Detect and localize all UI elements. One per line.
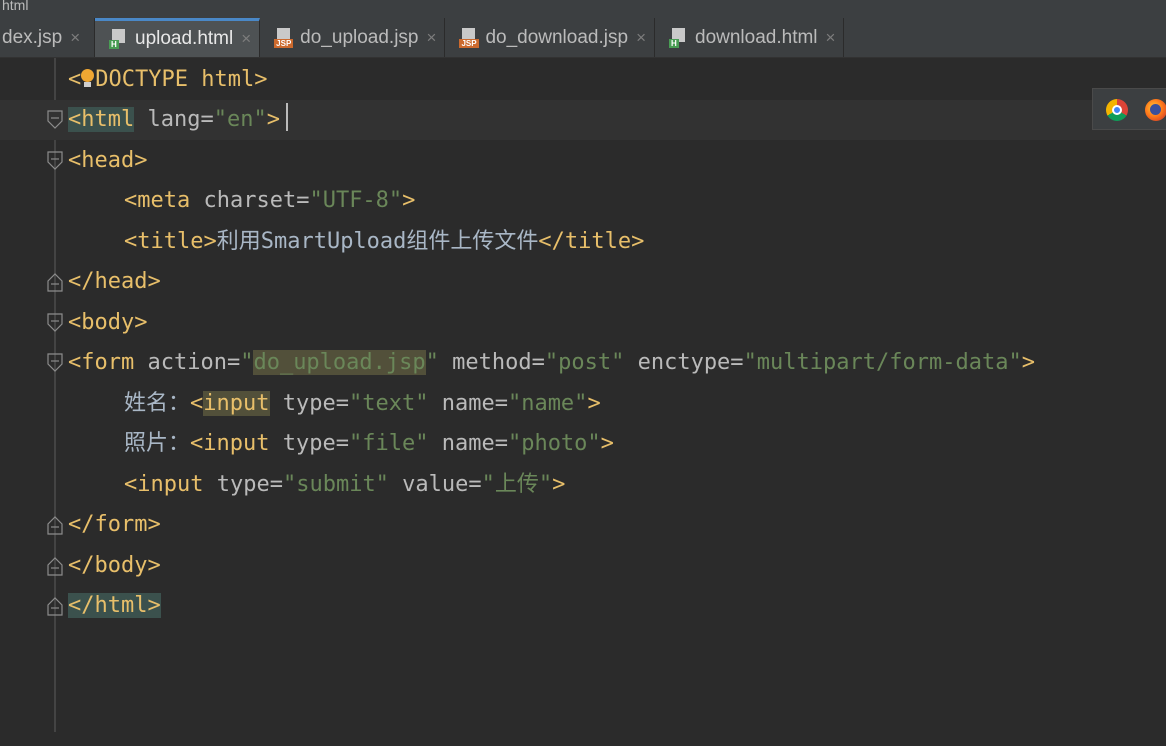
code-line-11[interactable]: <input type="submit" value="上传">	[0, 465, 1166, 505]
close-icon[interactable]: ×	[427, 28, 437, 48]
tab-label: upload.html	[135, 28, 234, 49]
editor-tab-bar: dex.jsp × H upload.html × JSP do_upload.…	[0, 18, 1166, 58]
code-line-9[interactable]: 姓名：<input type="text" name="name">	[0, 384, 1166, 424]
fold-close-icon[interactable]	[46, 272, 64, 292]
chrome-icon[interactable]	[1106, 99, 1128, 121]
window-title: html	[0, 0, 1166, 18]
fold-open-icon[interactable]	[46, 353, 64, 373]
fold-close-icon[interactable]	[46, 556, 64, 576]
close-icon[interactable]: ×	[636, 28, 646, 48]
code-line-3[interactable]: <head>	[0, 141, 1166, 181]
code-line-1[interactable]: < DOCTYPE html>	[0, 60, 1166, 100]
tab-upload-html[interactable]: H upload.html ×	[95, 18, 261, 57]
html-file-icon: H	[669, 27, 689, 48]
code-line-2[interactable]: <html lang="en">	[0, 100, 1166, 140]
tab-label: dex.jsp	[2, 26, 63, 48]
close-icon[interactable]: ×	[70, 28, 80, 48]
firefox-icon[interactable]	[1145, 99, 1166, 121]
text-caret	[285, 103, 288, 131]
close-icon[interactable]: ×	[241, 29, 251, 49]
browser-preview-popup	[1092, 88, 1166, 130]
code-line-7[interactable]: <body>	[0, 303, 1166, 343]
close-icon[interactable]: ×	[826, 28, 836, 48]
fold-open-icon[interactable]	[46, 151, 64, 171]
code-line-12[interactable]: </form>	[0, 505, 1166, 545]
code-line-6[interactable]: </head>	[0, 262, 1166, 302]
fold-open-icon[interactable]	[46, 110, 64, 130]
tab-index-jsp[interactable]: dex.jsp ×	[0, 18, 95, 57]
tab-label: download.html	[695, 26, 818, 48]
intention-bulb-icon[interactable]	[81, 65, 95, 91]
fold-close-icon[interactable]	[46, 515, 64, 535]
fold-open-icon[interactable]	[46, 313, 64, 333]
fold-close-icon[interactable]	[46, 596, 64, 616]
jsp-file-icon: JSP	[274, 27, 294, 48]
code-line-5[interactable]: <title>利用SmartUpload组件上传文件</title>	[0, 222, 1166, 262]
tab-download-html[interactable]: H download.html ×	[655, 18, 845, 57]
code-line-4[interactable]: <meta charset="UTF-8">	[0, 181, 1166, 221]
code-editor[interactable]: < DOCTYPE html> <html lang="en"> <head> <…	[0, 58, 1166, 732]
tab-label: do_download.jsp	[485, 26, 629, 48]
tab-do-download-jsp[interactable]: JSP do_download.jsp ×	[445, 18, 655, 57]
html-file-icon: H	[109, 29, 129, 49]
tab-do-upload-jsp[interactable]: JSP do_upload.jsp ×	[260, 18, 446, 57]
code-line-13[interactable]: </body>	[0, 546, 1166, 586]
code-line-14[interactable]: </html>	[0, 586, 1166, 626]
jsp-file-icon: JSP	[459, 27, 479, 48]
code-line-10[interactable]: 照片：<input type="file" name="photo">	[0, 424, 1166, 464]
tab-label: do_upload.jsp	[300, 26, 419, 48]
code-line-8[interactable]: <form action="do_upload.jsp" method="pos…	[0, 343, 1166, 383]
